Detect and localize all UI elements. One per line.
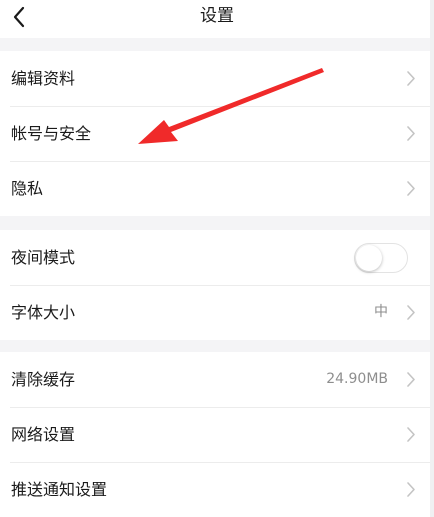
setting-label: 隐私 (11, 179, 44, 198)
chevron-right-icon (407, 181, 415, 196)
settings-group-system: 清除缓存 24.90MB 网络设置 推送通知设置 (0, 352, 434, 517)
scroll-edge (430, 0, 434, 517)
setting-font-size[interactable]: 字体大小 中 (0, 285, 434, 340)
chevron-right-icon (407, 126, 415, 141)
toggle-knob (356, 245, 382, 271)
setting-label: 清除缓存 (11, 370, 76, 389)
nav-bar: 设置 (0, 0, 434, 38)
settings-group-account: 编辑资料 帐号与安全 隐私 (0, 51, 434, 216)
chevron-right-icon (407, 482, 415, 497)
chevron-right-icon (407, 372, 415, 387)
setting-account-security[interactable]: 帐号与安全 (0, 106, 434, 161)
settings-group-display: 夜间模式 字体大小 中 (0, 230, 434, 340)
setting-privacy[interactable]: 隐私 (0, 161, 434, 216)
setting-label: 帐号与安全 (11, 124, 92, 143)
chevron-right-icon (407, 71, 415, 86)
night-mode-toggle[interactable] (354, 243, 408, 273)
page-title: 设置 (200, 6, 234, 26)
setting-label: 字体大小 (11, 303, 76, 322)
chevron-right-icon (407, 305, 415, 320)
setting-clear-cache[interactable]: 清除缓存 24.90MB (0, 352, 434, 407)
setting-label: 编辑资料 (11, 69, 76, 88)
font-size-value: 中 (374, 304, 388, 320)
setting-label: 网络设置 (11, 425, 76, 444)
cache-size-value: 24.90MB (326, 371, 388, 387)
setting-network[interactable]: 网络设置 (0, 407, 434, 462)
setting-label: 推送通知设置 (11, 480, 108, 499)
setting-push-notifications[interactable]: 推送通知设置 (0, 462, 434, 517)
setting-edit-profile[interactable]: 编辑资料 (0, 51, 434, 106)
chevron-right-icon (407, 427, 415, 442)
setting-night-mode: 夜间模式 (0, 230, 434, 285)
setting-label: 夜间模式 (11, 248, 76, 267)
